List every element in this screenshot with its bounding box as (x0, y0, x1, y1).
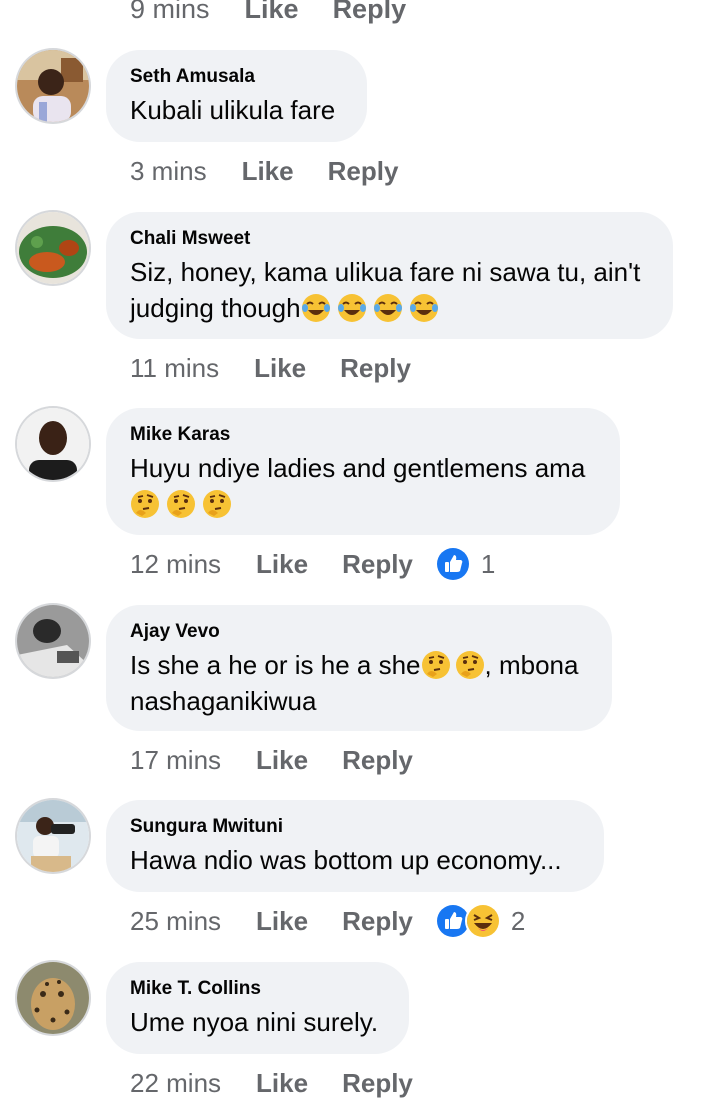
like-button[interactable]: Like (256, 906, 308, 937)
tears-of-joy-icon (301, 293, 331, 323)
thinking-face-icon (166, 489, 196, 519)
comment-actions-top: 9 mins Like Reply (130, 0, 440, 26)
comment-text-line: judging though (130, 293, 301, 323)
comment-bubble: Mike Karas Huyu ndiye ladies and gentlem… (106, 408, 620, 535)
man-with-camera-photo (17, 800, 89, 872)
reply-button[interactable]: Reply (342, 745, 413, 776)
reply-button[interactable]: Reply (340, 353, 411, 384)
thinking-face-icon (202, 489, 232, 519)
comment-author[interactable]: Mike T. Collins (130, 976, 385, 1002)
man-portrait-photo (17, 408, 89, 480)
comment-bubble: Mike T. Collins Ume nyoa nini surely. (106, 962, 409, 1054)
comment-author[interactable]: Sungura Mwituni (130, 814, 580, 840)
like-button[interactable]: Like (256, 1068, 308, 1099)
comment-text: Huyu ndiye ladies and gentlemens ama (130, 450, 596, 522)
comment-bubble: Seth Amusala Kubali ulikula fare (106, 50, 367, 142)
comment-author[interactable]: Seth Amusala (130, 64, 343, 90)
comment-text: Siz, honey, kama ulikua fare ni sawa tu,… (130, 254, 649, 326)
avatar[interactable] (17, 408, 89, 480)
thinking-face-icon (130, 489, 160, 519)
tears-of-joy-icon (373, 293, 403, 323)
comment-text: Hawa ndio was bottom up economy... (130, 845, 562, 875)
comment-actions: 22 mins Like Reply (130, 1066, 447, 1100)
reply-button[interactable]: Reply (333, 0, 407, 25)
comment-time: 12 mins (130, 548, 222, 579)
man-in-room-photo (17, 50, 89, 122)
comment-text: Kubali ulikula fare (130, 95, 336, 125)
comment-text-line: Huyu ndiye ladies and gentlemens ama (130, 453, 586, 483)
avatar[interactable] (17, 50, 89, 122)
comment-actions: 12 mins Like Reply 1 (130, 546, 496, 582)
comment-text-line: Siz, honey, kama ulikua fare ni sawa tu,… (130, 257, 641, 287)
avatar[interactable] (17, 800, 89, 872)
comment-text-line: nashaganikiwua (130, 686, 317, 716)
comment-time: 11 mins (130, 352, 220, 383)
comment-time: 9 mins (130, 0, 210, 24)
tears-of-joy-icon (409, 293, 439, 323)
food-plate-photo (17, 212, 89, 284)
comment-text: Is she a he or is he a she , mbona nashag… (130, 647, 588, 719)
comment-bubble: Ajay Vevo Is she a he or is he a she , mb… (106, 605, 612, 731)
comment-actions: 17 mins Like Reply (130, 743, 447, 777)
reaction-summary[interactable]: 1 (434, 546, 496, 582)
reaction-summary[interactable]: 2 (434, 903, 526, 939)
avatar[interactable] (17, 605, 89, 677)
comment-bubble: Sungura Mwituni Hawa ndio was bottom up … (106, 800, 604, 892)
like-button[interactable]: Like (245, 0, 299, 25)
reply-button[interactable]: Reply (342, 549, 413, 580)
comment-author[interactable]: Mike Karas (130, 422, 596, 448)
reply-button[interactable]: Reply (342, 1068, 413, 1099)
comment-text-line: , mbona (484, 650, 579, 680)
comment-bubble: Chali Msweet Siz, honey, kama ulikua far… (106, 212, 673, 339)
reaction-count: 2 (510, 905, 526, 936)
comment-time: 17 mins (130, 744, 222, 775)
reaction-count: 1 (480, 548, 496, 579)
thinking-face-icon (421, 650, 451, 680)
comment-time: 22 mins (130, 1067, 222, 1098)
like-button[interactable]: Like (242, 156, 294, 187)
like-reaction-icon (434, 546, 471, 582)
comment-author[interactable]: Chali Msweet (130, 226, 649, 252)
like-button[interactable]: Like (254, 353, 306, 384)
tears-of-joy-icon (337, 293, 367, 323)
reply-button[interactable]: Reply (342, 906, 413, 937)
avatar[interactable] (17, 212, 89, 284)
haha-reaction-icon (464, 903, 501, 939)
avatar[interactable] (17, 962, 89, 1034)
comment-actions: 11 mins Like Reply (130, 351, 445, 385)
comment-actions: 3 mins Like Reply (130, 154, 432, 188)
reply-button[interactable]: Reply (328, 156, 399, 187)
like-button[interactable]: Like (256, 549, 308, 580)
comment-time: 25 mins (130, 905, 222, 936)
comment-actions: 25 mins Like Reply 2 (130, 903, 526, 939)
comment-text: Ume nyoa nini surely. (130, 1007, 379, 1037)
leopard-photo (17, 962, 89, 1034)
bw-photo (17, 605, 89, 677)
thinking-face-icon (455, 650, 485, 680)
like-button[interactable]: Like (256, 745, 308, 776)
comment-time: 3 mins (130, 155, 207, 186)
comment-author[interactable]: Ajay Vevo (130, 619, 588, 645)
comment-text-line: Is she a he or is he a she (130, 650, 421, 680)
